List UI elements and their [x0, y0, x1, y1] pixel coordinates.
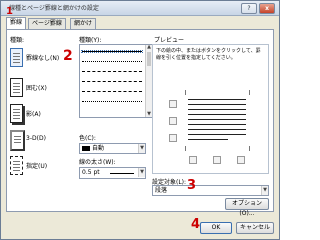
preview-box: 下の絵の中、またはボタンをクリックして、罫線を引く位置を指定してください。 [152, 44, 269, 174]
preview-label: プレビュー [154, 37, 185, 44]
tab-panel: 種類: 罫線なし(N) 囲む(X) 影(A) 3-D(D) 指定(U) 種類(Y… [6, 29, 274, 217]
width-value: 0.5 pt [82, 169, 100, 176]
preset-3d-icon[interactable] [10, 130, 25, 151]
line-style-dash-dot[interactable] [82, 91, 142, 92]
line-style-list[interactable]: ▲ ▼ [79, 44, 153, 118]
apply-to-value: 段落 [155, 187, 168, 194]
width-label: 線の太さ(W): [79, 159, 116, 166]
preset-none-icon[interactable] [10, 48, 23, 67]
inside-vertical-border-toggle[interactable] [213, 156, 221, 164]
line-style-dotted[interactable] [82, 61, 142, 62]
preset-custom-label[interactable]: 指定(U) [26, 161, 47, 170]
preview-help-text: 下の絵の中、またはボタンをクリックして、罫線を引く位置を指定してください。 [156, 48, 261, 61]
ok-button[interactable]: OK [200, 222, 232, 234]
title-bar: 線種とページ罫線と網かけの設定 ? x [1, 1, 279, 16]
annotation-3: 3 [187, 178, 197, 193]
line-style-solid[interactable] [81, 50, 143, 53]
top-border-toggle[interactable] [169, 100, 177, 108]
preset-box-icon[interactable] [10, 78, 23, 97]
color-select[interactable]: 自動 ▼ [79, 143, 146, 154]
color-swatch [82, 146, 90, 151]
tab-shading[interactable]: 網かけ [70, 18, 97, 29]
tab-page-borders[interactable]: ページ罫線 [28, 18, 66, 29]
cancel-button[interactable]: キャンセル [236, 222, 274, 234]
apply-to-select[interactable]: 段落 ▼ [152, 185, 269, 196]
line-style-dash-dot-dot[interactable] [82, 101, 142, 102]
preset-none-label[interactable]: 罫線なし(N) [26, 53, 59, 62]
preview-page[interactable] [185, 90, 250, 151]
line-style-dashed-small[interactable] [82, 71, 142, 72]
inside-horizontal-border-toggle[interactable] [169, 117, 177, 125]
close-button[interactable]: x [259, 3, 275, 14]
color-value: 自動 [92, 145, 105, 152]
right-border-toggle[interactable] [237, 156, 245, 164]
annotation-4: 4 [191, 217, 201, 232]
style-label: 種類(Y): [79, 37, 102, 44]
width-select[interactable]: 0.5 pt ▼ [79, 167, 146, 179]
dialog-window: 線種とページ罫線と網かけの設定 ? x 罫線 ページ罫線 網かけ 種類: 罫線な… [0, 0, 280, 240]
line-style-dashed[interactable] [82, 81, 142, 82]
preset-shadow-icon[interactable] [10, 104, 23, 123]
chevron-down-icon[interactable]: ▼ [138, 168, 145, 177]
annotation-1: 1 [6, 6, 13, 17]
scroll-thumb[interactable] [147, 52, 151, 66]
annotation-2: 2 [63, 48, 73, 64]
left-border-toggle[interactable] [189, 156, 197, 164]
chevron-down-icon[interactable]: ▼ [261, 186, 268, 195]
preset-shadow-label[interactable]: 影(A) [26, 109, 41, 118]
options-button[interactable]: オプション(O)... [225, 198, 269, 217]
help-button[interactable]: ? [241, 3, 257, 14]
setting-label: 種類: [10, 37, 25, 44]
dialog-title: 線種とページ罫線と網かけの設定 [9, 5, 99, 12]
chevron-down-icon[interactable]: ▼ [138, 144, 145, 153]
preset-3d-label[interactable]: 3-D(D) [26, 135, 46, 142]
style-list-scrollbar[interactable]: ▲ ▼ [145, 45, 152, 117]
preset-custom-icon[interactable] [10, 156, 23, 175]
color-label: 色(C): [79, 135, 96, 142]
bottom-border-toggle[interactable] [169, 134, 177, 142]
preset-box-label[interactable]: 囲む(X) [26, 83, 47, 92]
width-line-sample [110, 173, 134, 174]
tab-borders[interactable]: 罫線 [6, 17, 27, 29]
